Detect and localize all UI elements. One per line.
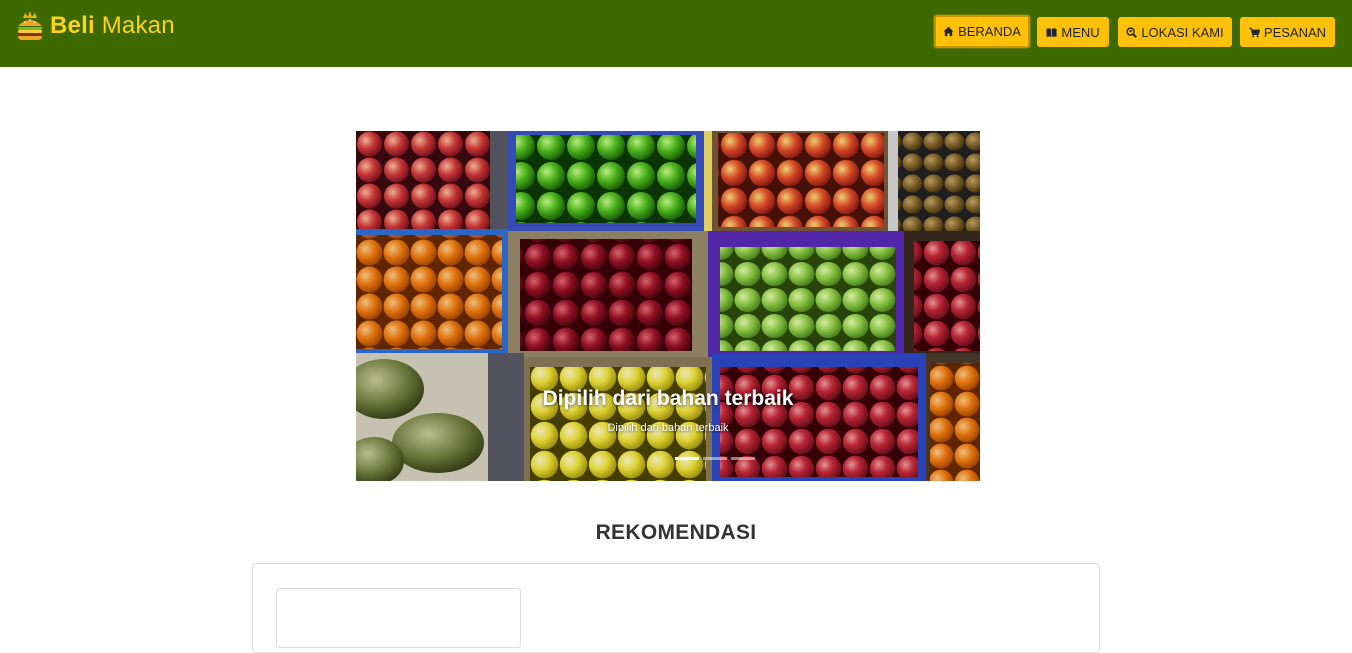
nav-pesanan-label: PESANAN [1263,24,1327,40]
carousel-indicator-1[interactable] [675,457,699,460]
book-icon [1046,27,1057,37]
nav-beranda-label: BERANDA [958,24,1021,39]
carousel-indicators [675,457,755,460]
recommendation-card[interactable] [276,588,521,648]
brand-name-bold: Beli [50,12,95,39]
nav-pesanan-button[interactable]: PESANAN [1240,17,1335,47]
carousel-indicator-3[interactable] [731,457,755,460]
recommendation-heading: REKOMENDASI [595,521,757,544]
carousel-caption-title: Dipilih dari bahan terbaik [542,387,794,410]
brand-name: Beli Makan [50,9,175,43]
nav-menu-button[interactable]: MENU [1037,17,1109,47]
brand-link[interactable]: Beli Makan [14,9,175,43]
search-location-icon [1126,26,1138,38]
hero-carousel[interactable]: Dipilih dari bahan terbaik Dipilih dari … [356,131,980,481]
nav-menu-label: MENU [1061,24,1100,40]
burger-icon [17,11,43,40]
nav-lokasi-label: LOKASI KAMI [1141,24,1224,40]
home-icon [943,26,954,37]
nav-beranda-button[interactable]: BERANDA [934,15,1030,48]
nav-lokasi-button[interactable]: LOKASI KAMI [1118,17,1232,47]
cart-icon [1249,27,1260,37]
brand-name-rest: Makan [101,12,175,39]
carousel-indicator-2[interactable] [703,457,727,460]
carousel-caption-text: Dipilih dari bahan terbaik [607,422,729,434]
navbar: Beli Makan BERANDA MENU LOKASI KAMI PESA… [0,0,1352,67]
